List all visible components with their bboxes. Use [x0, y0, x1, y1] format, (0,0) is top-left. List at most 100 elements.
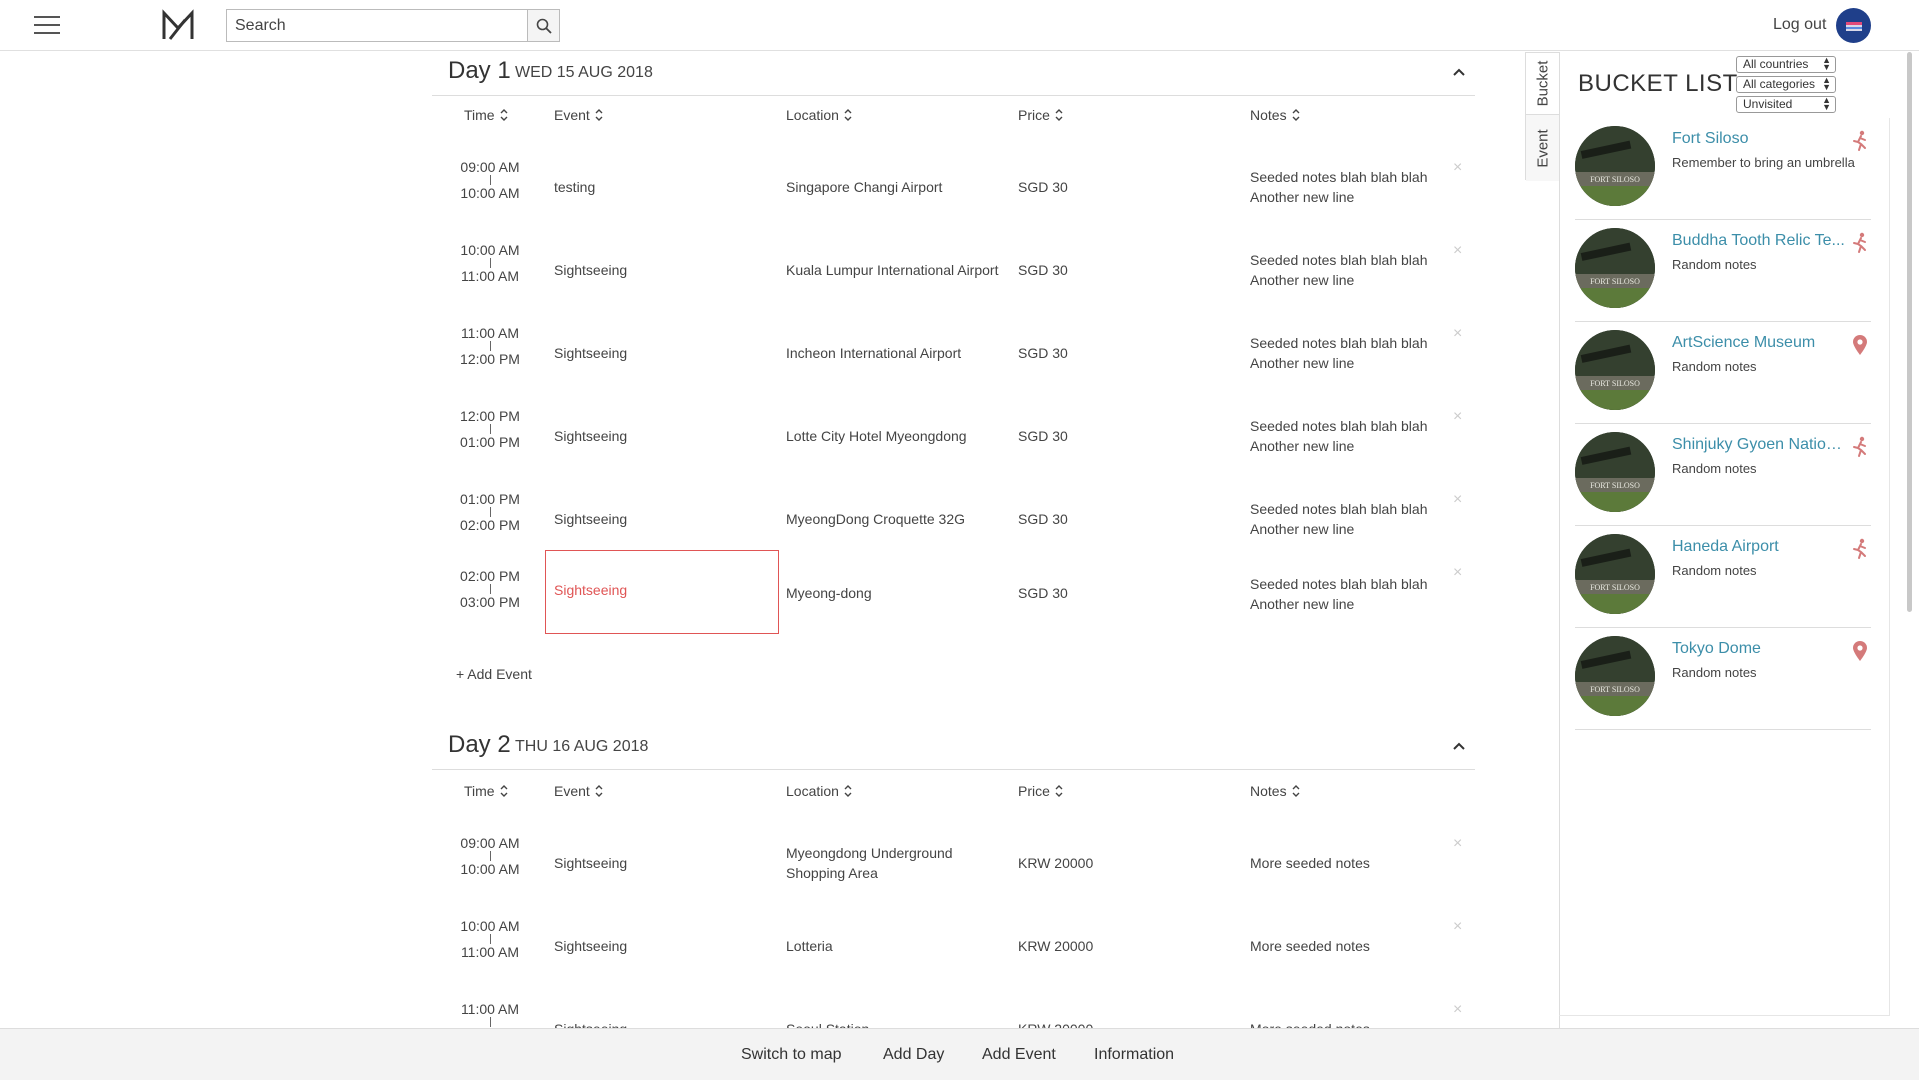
event-edit-box[interactable]	[545, 550, 779, 634]
add-event-button[interactable]: Add Event	[982, 1046, 1056, 1064]
price-cell[interactable]: SGD 30	[1018, 177, 1068, 197]
location-cell[interactable]: Kuala Lumpur International Airport	[786, 260, 1006, 280]
price-cell[interactable]: SGD 30	[1018, 343, 1068, 363]
event-cell[interactable]: Sightseeing	[554, 509, 627, 529]
category-filter[interactable]: All categories ▲ ▼	[1736, 76, 1836, 93]
time-range[interactable]: 01:00 PM 02:00 PM	[456, 491, 524, 533]
location-cell[interactable]: Seoul Station	[786, 1019, 1006, 1028]
sort-notes[interactable]: Notes	[1250, 783, 1300, 799]
time-range[interactable]: 02:00 PM 03:00 PM	[456, 568, 524, 610]
place-thumbnail[interactable]: FORT SILOSO	[1575, 228, 1655, 308]
time-range[interactable]: 10:00 AM 11:00 AM	[456, 918, 524, 960]
table-row[interactable]: 09:00 AM 10:00 AM testing Singapore Chang…	[432, 151, 1475, 234]
sort-location[interactable]: Location	[786, 107, 852, 123]
location-cell[interactable]: Incheon International Airport	[786, 343, 1006, 363]
event-edit-input[interactable]	[554, 582, 764, 598]
time-range[interactable]: 11:00 AM	[456, 1001, 524, 1027]
avatar[interactable]	[1836, 8, 1871, 43]
event-cell[interactable]: testing	[554, 177, 595, 197]
table-row[interactable]: 11:00 AM 12:00 PM Sightseeing Incheon Int…	[432, 317, 1475, 400]
switch-to-map-button[interactable]: Switch to map	[741, 1046, 841, 1064]
sort-time[interactable]: Time	[464, 783, 508, 799]
place-name[interactable]: Tokyo Dome	[1672, 640, 1847, 658]
notes-cell[interactable]: Seeded notes blah blah blah Another new l…	[1250, 499, 1450, 539]
table-row[interactable]: 10:00 AM 11:00 AM Sightseeing Lotteria KR…	[432, 910, 1475, 993]
notes-cell[interactable]: Seeded notes blah blah blah Another new l…	[1250, 333, 1450, 373]
search-button[interactable]	[527, 10, 559, 41]
search-input[interactable]	[227, 10, 527, 41]
time-range[interactable]: 09:00 AM 10:00 AM	[456, 835, 524, 877]
menu-icon[interactable]	[34, 16, 60, 36]
tab-event[interactable]: Event	[1526, 115, 1560, 181]
price-cell[interactable]: SGD 30	[1018, 509, 1068, 529]
sort-price[interactable]: Price	[1018, 107, 1063, 123]
event-cell[interactable]: Sightseeing	[554, 853, 627, 873]
place-name[interactable]: Haneda Airport	[1672, 538, 1847, 556]
chevron-up-icon[interactable]	[1452, 67, 1466, 77]
notes-cell[interactable]: Seeded notes blah blah blah Another new l…	[1250, 167, 1450, 207]
bucket-list-item[interactable]: FORT SILOSO Tokyo Dome Random notes	[1575, 628, 1871, 730]
price-cell[interactable]: KRW 20000	[1018, 1019, 1093, 1028]
notes-cell[interactable]: More seeded notes	[1250, 936, 1450, 956]
location-cell[interactable]: Lotte City Hotel Myeongdong	[786, 426, 1006, 446]
event-cell[interactable]: Sightseeing	[554, 1019, 627, 1028]
place-name[interactable]: ArtScience Museum	[1672, 334, 1847, 352]
time-range[interactable]: 10:00 AM 11:00 AM	[456, 242, 524, 284]
price-cell[interactable]: KRW 20000	[1018, 853, 1093, 873]
delete-row-icon[interactable]: ×	[1453, 1001, 1462, 1019]
location-cell[interactable]: Myeong-dong	[786, 583, 1006, 603]
notes-cell[interactable]: Seeded notes blah blah blah Another new l…	[1250, 416, 1450, 456]
time-range[interactable]: 11:00 AM 12:00 PM	[456, 325, 524, 367]
sort-event[interactable]: Event	[554, 107, 603, 123]
delete-row-icon[interactable]: ×	[1453, 159, 1462, 177]
tab-bucket[interactable]: Bucket	[1526, 53, 1560, 115]
location-cell[interactable]: Lotteria	[786, 936, 1006, 956]
delete-row-icon[interactable]: ×	[1453, 408, 1462, 426]
add-day-button[interactable]: Add Day	[883, 1046, 944, 1064]
price-cell[interactable]: KRW 20000	[1018, 936, 1093, 956]
delete-row-icon[interactable]: ×	[1453, 325, 1462, 343]
chevron-up-icon[interactable]	[1452, 741, 1466, 751]
country-filter[interactable]: All countries ▲ ▼	[1736, 56, 1836, 73]
bucket-list-item[interactable]: FORT SILOSO ArtScience Museum Random notes	[1575, 322, 1871, 424]
place-thumbnail[interactable]: FORT SILOSO	[1575, 432, 1655, 512]
place-thumbnail[interactable]: FORT SILOSO	[1575, 534, 1655, 614]
table-row[interactable]: 12:00 PM 01:00 PM Sightseeing Lotte City …	[432, 400, 1475, 483]
place-thumbnail[interactable]: FORT SILOSO	[1575, 330, 1655, 410]
visited-filter[interactable]: Unvisited ▲ ▼	[1736, 96, 1836, 113]
place-name[interactable]: Buddha Tooth Relic Te...	[1672, 232, 1847, 250]
time-range[interactable]: 09:00 AM 10:00 AM	[456, 159, 524, 201]
bucket-list-item[interactable]: FORT SILOSO Haneda Airport Random notes	[1575, 526, 1871, 628]
time-range[interactable]: 12:00 PM 01:00 PM	[456, 408, 524, 450]
price-cell[interactable]: SGD 30	[1018, 583, 1068, 603]
place-name[interactable]: Fort Siloso	[1672, 130, 1847, 148]
notes-cell[interactable]: More seeded notes	[1250, 853, 1450, 873]
place-name[interactable]: Shinjuky Gyoen Nation...	[1672, 436, 1847, 454]
notes-cell[interactable]: More seeded notes	[1250, 1019, 1450, 1028]
event-cell[interactable]: Sightseeing	[554, 260, 627, 280]
delete-row-icon[interactable]: ×	[1453, 242, 1462, 260]
logout-link[interactable]: Log out	[1773, 16, 1826, 34]
event-cell[interactable]: Sightseeing	[554, 936, 627, 956]
delete-row-icon[interactable]: ×	[1453, 491, 1462, 509]
location-cell[interactable]: Singapore Changi Airport	[786, 177, 1006, 197]
location-cell[interactable]: Myeongdong Underground Shopping Area	[786, 843, 1006, 883]
notes-cell[interactable]: Seeded notes blah blah blah Another new l…	[1250, 574, 1450, 614]
information-button[interactable]: Information	[1094, 1046, 1174, 1064]
scrollbar[interactable]	[1907, 52, 1912, 612]
sort-event[interactable]: Event	[554, 783, 603, 799]
delete-row-icon[interactable]: ×	[1453, 918, 1462, 936]
table-row[interactable]: 09:00 AM 10:00 AM Sightseeing Myeongdong …	[432, 827, 1475, 910]
app-logo[interactable]	[160, 8, 196, 44]
sort-price[interactable]: Price	[1018, 783, 1063, 799]
delete-row-icon[interactable]: ×	[1453, 564, 1462, 582]
location-cell[interactable]: MyeongDong Croquette 32G	[786, 509, 1006, 529]
place-thumbnail[interactable]: FORT SILOSO	[1575, 636, 1655, 716]
bucket-list-item[interactable]: FORT SILOSO Buddha Tooth Relic Te... Rando…	[1575, 220, 1871, 322]
sort-time[interactable]: Time	[464, 107, 508, 123]
price-cell[interactable]: SGD 30	[1018, 426, 1068, 446]
sort-notes[interactable]: Notes	[1250, 107, 1300, 123]
event-cell[interactable]: Sightseeing	[554, 343, 627, 363]
place-thumbnail[interactable]: FORT SILOSO	[1575, 126, 1655, 206]
delete-row-icon[interactable]: ×	[1453, 835, 1462, 853]
